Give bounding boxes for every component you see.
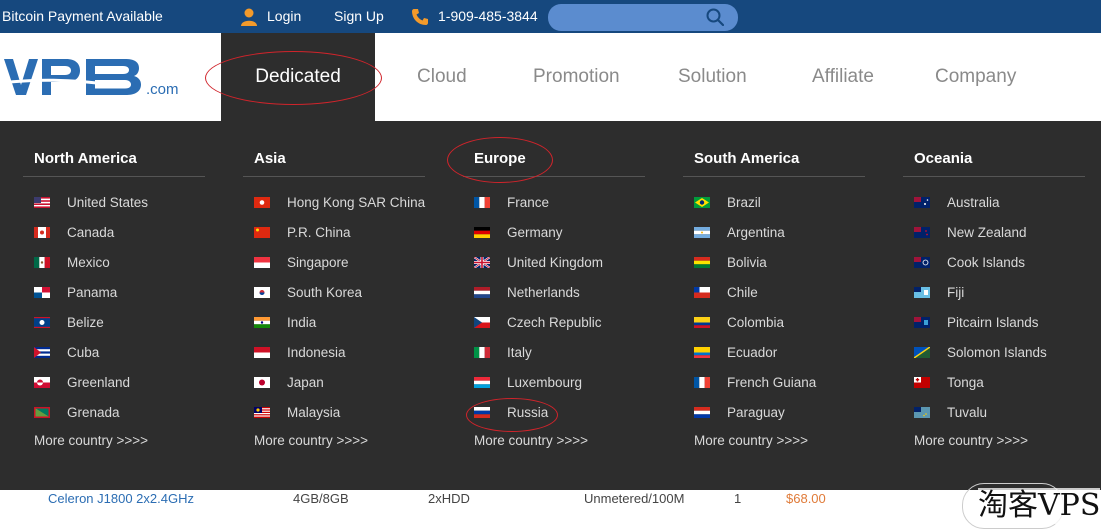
brazil-flag-icon — [694, 197, 710, 208]
cpu-cell[interactable]: Celeron J1800 2x2.4GHz — [48, 490, 194, 508]
more-country-link[interactable]: More country >>>> — [34, 433, 148, 448]
region-title[interactable]: North America — [34, 150, 137, 167]
netherlands-flag-icon — [474, 287, 490, 298]
divider — [243, 176, 425, 177]
table-row: Celeron J1800 2x2.4GHz 4GB/8GB 2xHDD Unm… — [0, 490, 1101, 524]
ram-cell: 4GB/8GB — [293, 491, 349, 506]
main-header: .com Dedicated Servers Cloud Promotion S… — [0, 33, 1101, 175]
ecuador-flag-icon — [694, 347, 710, 358]
more-country-link[interactable]: More country >>>> — [474, 433, 588, 448]
greenland-flag-icon — [34, 377, 50, 388]
colombia-flag-icon — [694, 317, 710, 328]
divider — [463, 176, 645, 177]
fiji-flag-icon — [914, 287, 930, 298]
signup-link[interactable]: Sign Up — [334, 0, 384, 33]
watermark-text: 淘客VPS — [978, 488, 1101, 524]
japan-flag-icon — [254, 377, 270, 388]
france-flag-icon — [474, 197, 490, 208]
chile-flag-icon — [694, 287, 710, 298]
logo-dotcom: .com — [146, 81, 179, 98]
argentina-flag-icon — [694, 227, 710, 238]
canada-flag-icon — [34, 227, 50, 238]
germany-flag-icon — [474, 227, 490, 238]
australia-flag-icon — [914, 197, 930, 208]
tuvalu-flag-icon — [914, 407, 930, 418]
disk-cell: 2xHDD — [428, 491, 470, 506]
login-link[interactable]: Login — [267, 0, 301, 33]
luxembourg-flag-icon — [474, 377, 490, 388]
russia-flag-icon — [474, 407, 490, 418]
more-country-link[interactable]: More country >>>> — [254, 433, 368, 448]
top-bar: Bitcoin Payment Available Login Sign Up … — [0, 0, 1101, 33]
panama-flag-icon — [34, 287, 50, 298]
indonesia-flag-icon — [254, 347, 270, 358]
phone-icon — [410, 7, 430, 32]
bitcoin-notice: Bitcoin Payment Available — [2, 8, 163, 24]
price-cell: $68.00 — [786, 491, 826, 506]
search-icon[interactable] — [706, 8, 725, 31]
nav-company[interactable]: Company — [935, 33, 1016, 121]
new-zealand-flag-icon — [914, 227, 930, 238]
italy-flag-icon — [474, 347, 490, 358]
divider — [23, 176, 205, 177]
mexico-flag-icon — [34, 257, 50, 268]
nav-affiliate[interactable]: Affiliate — [812, 33, 874, 121]
cuba-flag-icon — [34, 347, 50, 358]
tonga-flag-icon — [914, 377, 930, 388]
singapore-flag-icon — [254, 257, 270, 268]
grenada-flag-icon — [34, 407, 50, 418]
french-guiana-flag-icon — [694, 377, 710, 388]
phone-number: 1-909-485-3844 — [438, 8, 538, 24]
nav-promotion[interactable]: Promotion — [533, 33, 620, 121]
vpb-logo[interactable] — [1, 55, 146, 104]
nav-solution[interactable]: Solution — [678, 33, 747, 121]
region-title[interactable]: Asia — [254, 150, 286, 167]
countries-dropdown: North America United States Canada Mexic… — [0, 121, 1101, 490]
south-korea-flag-icon — [254, 287, 270, 298]
solomon-islands-flag-icon — [914, 347, 930, 358]
uk-flag-icon — [474, 257, 490, 268]
divider — [683, 176, 865, 177]
more-country-link[interactable]: More country >>>> — [914, 433, 1028, 448]
paraguay-flag-icon — [694, 407, 710, 418]
nav-cloud[interactable]: Cloud — [417, 33, 467, 121]
user-icon[interactable] — [239, 7, 259, 32]
bolivia-flag-icon — [694, 257, 710, 268]
india-flag-icon — [254, 317, 270, 328]
cook-islands-flag-icon — [914, 257, 930, 268]
ip-cell: 1 — [734, 491, 742, 506]
region-title[interactable]: Oceania — [914, 150, 972, 167]
region-title[interactable]: Europe — [474, 150, 526, 167]
us-flag-icon — [34, 197, 50, 208]
belize-flag-icon — [34, 317, 50, 328]
region-title[interactable]: South America — [694, 150, 799, 167]
china-flag-icon — [254, 227, 270, 238]
more-country-link[interactable]: More country >>>> — [694, 433, 808, 448]
malaysia-flag-icon — [254, 407, 270, 418]
bandwidth-cell: Unmetered/100M — [584, 491, 685, 506]
pitcairn-islands-flag-icon — [914, 317, 930, 328]
divider — [903, 176, 1085, 177]
hong-kong-flag-icon — [254, 197, 270, 208]
czech-flag-icon — [474, 317, 490, 328]
